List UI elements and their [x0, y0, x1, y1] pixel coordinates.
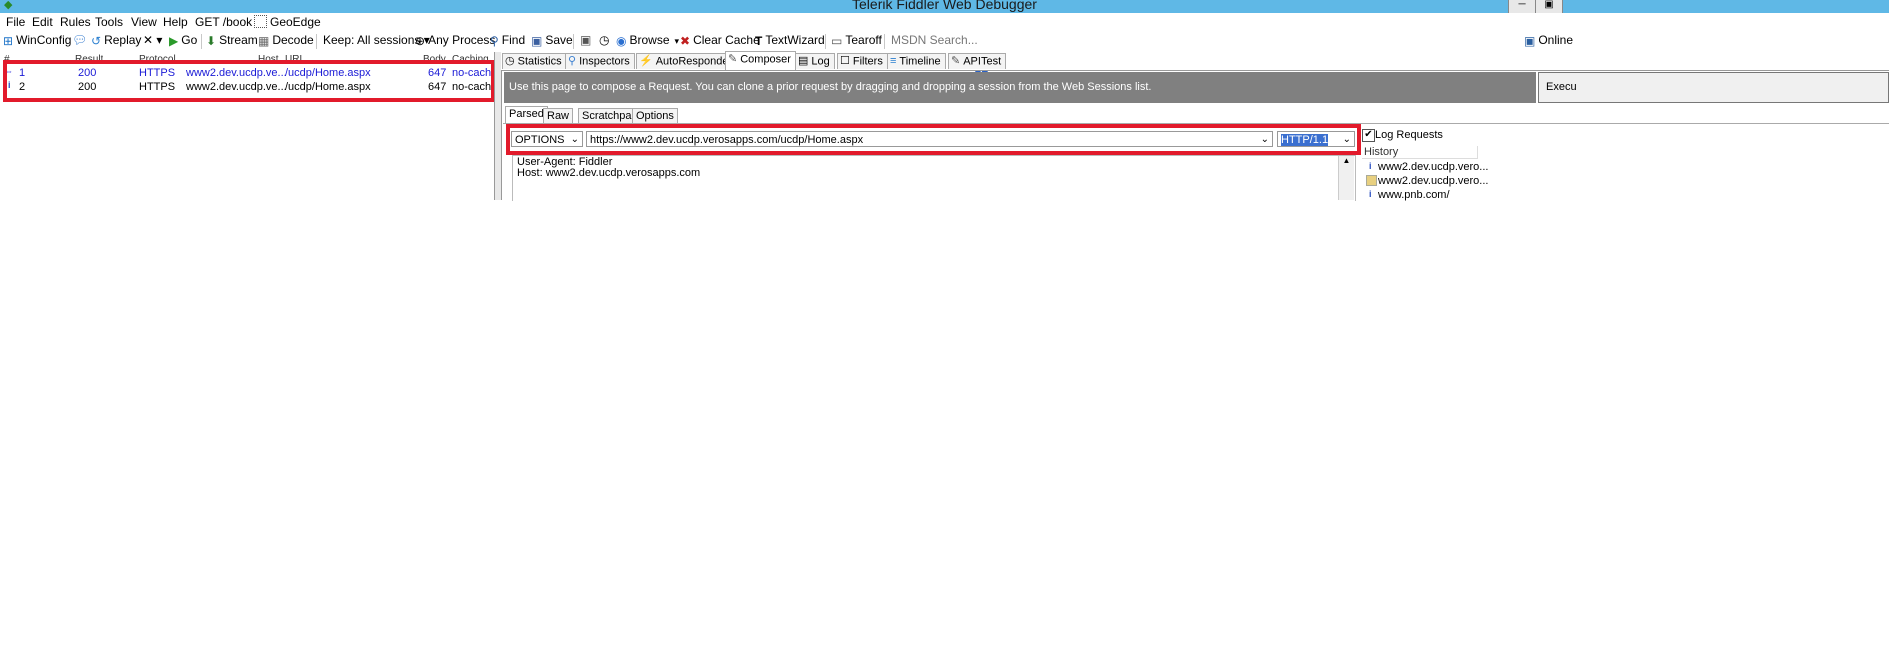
history-label: History — [1364, 146, 1399, 158]
info-icon: i — [1369, 189, 1372, 199]
keep-sessions-dropdown[interactable]: Keep: All sessions ▾ — [323, 33, 430, 47]
msdn-search-input[interactable]: MSDN Search... — [891, 33, 978, 47]
play-icon: ▶ — [169, 33, 179, 48]
toolbar-separator — [316, 34, 317, 49]
scroll-up-icon[interactable]: ▲ — [1343, 156, 1351, 165]
menu-view[interactable]: View — [131, 15, 157, 29]
info-icon: i — [1369, 161, 1372, 171]
replay-button[interactable]: ↺ Replay — [91, 33, 141, 48]
apitest-icon: ✎ — [951, 55, 961, 67]
inspect-icon: ⚲ — [568, 55, 577, 67]
request-headers-editor[interactable]: User-Agent: Fiddler Host: www2.dev.ucdp.… — [512, 155, 1356, 201]
menu-tools[interactable]: Tools — [95, 15, 123, 29]
browser-icon: ◉ — [616, 33, 627, 48]
title-bar: ◆ Telerik Fiddler Web Debugger ─ ▣ — [0, 0, 1889, 13]
tab-filters[interactable]: ☐ Filters — [837, 53, 888, 69]
tab-statistics[interactable]: ◷ Statistics — [502, 53, 567, 69]
browse-button[interactable]: ◉ Browse ▾ — [616, 33, 679, 48]
toolbar-separator — [573, 34, 574, 49]
any-process-button[interactable]: ⊕ Any Process — [415, 33, 495, 48]
stream-button[interactable]: ⬇ Stream — [206, 33, 258, 48]
log-requests-label: Log Requests — [1375, 129, 1443, 141]
history-panel: ✔ Log Requests History i www2.dev.ucdp.v… — [1362, 126, 1889, 201]
menu-file[interactable]: File — [6, 15, 25, 29]
windows-icon: ⊞ — [3, 33, 14, 48]
stream-icon: ⬇ — [206, 33, 217, 48]
online-status: ▣ Online — [1524, 33, 1574, 48]
comment-icon[interactable]: 💬︎ — [72, 33, 87, 47]
subtab-raw[interactable]: Raw — [543, 108, 574, 123]
tab-autoresponder[interactable]: ⚡ AutoResponder — [636, 53, 738, 69]
toolbar-separator — [825, 34, 826, 49]
timer-icon[interactable]: ◷ — [599, 33, 609, 47]
history-item[interactable]: www2.dev.ucdp.vero... — [1378, 175, 1488, 187]
history-column-header[interactable]: History — [1362, 146, 1478, 159]
execute-button[interactable]: Execu — [1538, 72, 1889, 103]
menu-help[interactable]: Help — [163, 15, 188, 29]
menu-get-book[interactable]: GET /book — [195, 15, 252, 29]
network-icon: ▣ — [1524, 33, 1536, 48]
decode-button[interactable]: ▦ Decode — [258, 33, 314, 48]
remove-button[interactable]: ✕ ▾ — [143, 33, 162, 47]
sessions-highlight-box — [3, 60, 495, 102]
menu-geoedge[interactable]: GeoEdge — [270, 15, 321, 29]
clear-cache-icon: ✖ — [680, 33, 691, 48]
tab-inspectors[interactable]: ⚲ Inspectors — [565, 53, 635, 69]
clear-cache-button[interactable]: ✖ Clear Cache — [680, 33, 760, 48]
crosshair-icon: ⊕ — [415, 33, 426, 48]
tab-composer[interactable]: ✎ Composer — [725, 51, 796, 70]
menu-edit[interactable]: Edit — [32, 15, 53, 29]
headers-scrollbar[interactable]: ▲ — [1338, 156, 1354, 200]
pane-splitter[interactable] — [494, 52, 502, 200]
tearoff-button[interactable]: ▭ Tearoff — [831, 33, 882, 48]
geoedge-icon — [254, 15, 267, 28]
log-icon: ▤ — [798, 55, 809, 67]
find-button[interactable]: ⚲ Find — [490, 33, 525, 48]
textwizard-button[interactable]: T TextWizard — [755, 33, 825, 48]
subtab-parsed[interactable]: Parsed — [505, 106, 548, 124]
timeline-icon: ≡ — [890, 55, 897, 67]
tearoff-icon: ▭ — [831, 33, 843, 48]
menu-rules[interactable]: Rules — [60, 15, 91, 29]
stopwatch-icon: ◷ — [505, 55, 515, 67]
chevron-down-icon: ▾ — [674, 36, 680, 46]
header-line: Host: www2.dev.ucdp.verosapps.com — [517, 167, 701, 179]
minimize-button[interactable]: ─ — [1508, 0, 1536, 13]
textwizard-icon: T — [755, 33, 763, 48]
tab-log[interactable]: ▤ Log — [795, 53, 835, 69]
menu-bar: File Edit Rules Tools View Help GET /boo… — [0, 13, 1889, 30]
tab-apitest[interactable]: ✎ APITest — [948, 53, 1007, 69]
composer-icon: ✎ — [728, 53, 738, 65]
save-icon: ▣ — [531, 33, 543, 48]
composer-info-bar: Use this page to compose a Request. You … — [504, 72, 1536, 103]
lightning-icon: ⚡ — [639, 55, 653, 67]
history-item[interactable]: www2.dev.ucdp.vero... — [1378, 161, 1488, 173]
subtab-options[interactable]: Options — [632, 108, 678, 123]
log-requests-checkbox[interactable]: ✔ — [1362, 129, 1375, 142]
binoculars-icon: ⚲ — [490, 33, 499, 48]
tab-timeline[interactable]: ≡ Timeline — [887, 53, 946, 69]
replay-icon: ↺ — [91, 33, 102, 48]
toolbar: ⊞ WinConfig 💬︎ ↺ Replay ✕ ▾ ▶ Go ⬇ Stream ▦ D… — [0, 30, 1889, 76]
checkbox-icon: ☐ — [840, 55, 850, 67]
image-icon — [1366, 175, 1377, 186]
go-button[interactable]: ▶ Go — [169, 33, 197, 48]
request-line-highlight-box — [506, 124, 1361, 155]
save-button[interactable]: ▣ Save — [531, 33, 573, 48]
decode-icon: ▦ — [258, 33, 270, 48]
maximize-button[interactable]: ▣ — [1535, 0, 1563, 13]
winconfig-button[interactable]: ⊞ WinConfig — [3, 33, 71, 48]
camera-icon[interactable]: ▣ — [580, 33, 591, 47]
toolbar-separator — [884, 34, 885, 49]
history-item[interactable]: www.pnb.com/ — [1378, 189, 1450, 201]
toolbar-separator — [201, 34, 202, 49]
window-title: Telerik Fiddler Web Debugger — [852, 0, 1037, 12]
